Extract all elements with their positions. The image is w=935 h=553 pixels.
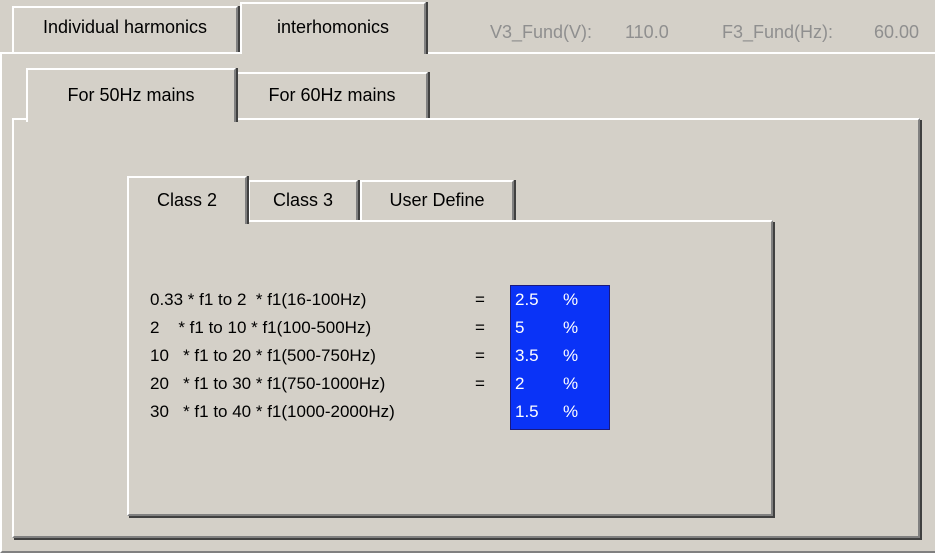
tab-class-2[interactable]: Class 2 bbox=[127, 176, 247, 224]
limit-range-label: 10 * f1 to 20 * f1(500-750Hz) bbox=[150, 346, 376, 365]
limit-range-label: 20 * f1 to 30 * f1(750-1000Hz) bbox=[150, 374, 386, 393]
limit-range-label: 30 * f1 to 40 * f1(1000-2000Hz) bbox=[150, 402, 395, 421]
tab-60hz-mains-label: For 60Hz mains bbox=[268, 85, 396, 105]
tab-interharmonics[interactable]: interhomonics bbox=[240, 2, 426, 54]
f3-fund-value: 60.00 bbox=[874, 22, 920, 42]
tab-user-define[interactable]: User Define bbox=[360, 180, 514, 220]
equals-sign: = bbox=[475, 290, 485, 309]
tab-class-2-label: Class 2 bbox=[156, 190, 218, 210]
limit-range-label: 0.33 * f1 to 2 * f1(16-100Hz) bbox=[150, 290, 367, 309]
v3-fund-value: 110.0 bbox=[625, 22, 669, 42]
limit-value[interactable]: 2 bbox=[515, 374, 524, 394]
tab-individual-harmonics[interactable]: Individual harmonics bbox=[12, 6, 238, 52]
limit-unit: % bbox=[563, 402, 579, 421]
limit-range-label: 2 * f1 to 10 * f1(100-500Hz) bbox=[150, 318, 372, 337]
tab-50hz-mains-label: For 50Hz mains bbox=[67, 85, 195, 105]
v3-fund-label: V3_Fund(V): bbox=[490, 22, 593, 42]
limit-unit: % bbox=[563, 346, 579, 365]
f3-fund-label: F3_Fund(Hz): bbox=[722, 22, 834, 42]
equals-sign: = bbox=[475, 346, 485, 365]
equals-sign: = bbox=[475, 374, 485, 393]
tab-50hz-mains[interactable]: For 50Hz mains bbox=[26, 68, 236, 122]
tab-class-3[interactable]: Class 3 bbox=[248, 180, 358, 220]
tab-user-define-label: User Define bbox=[389, 190, 485, 210]
tab-interharmonics-label: interhomonics bbox=[276, 17, 390, 37]
class-panel bbox=[127, 220, 773, 516]
status-clipped-row bbox=[425, 0, 935, 6]
limit-value[interactable]: 5 bbox=[515, 318, 524, 338]
limit-unit: % bbox=[563, 318, 579, 337]
limit-unit: % bbox=[563, 290, 579, 309]
limit-value[interactable]: 3.5 bbox=[515, 346, 539, 366]
equals-sign: = bbox=[475, 318, 485, 337]
limit-unit: % bbox=[563, 374, 579, 393]
limit-value[interactable]: 2.5 bbox=[515, 290, 539, 310]
tab-60hz-mains[interactable]: For 60Hz mains bbox=[236, 72, 428, 118]
tab-class-3-label: Class 3 bbox=[272, 190, 334, 210]
limit-value[interactable]: 1.5 bbox=[515, 402, 539, 422]
tab-individual-harmonics-label: Individual harmonics bbox=[42, 17, 208, 37]
